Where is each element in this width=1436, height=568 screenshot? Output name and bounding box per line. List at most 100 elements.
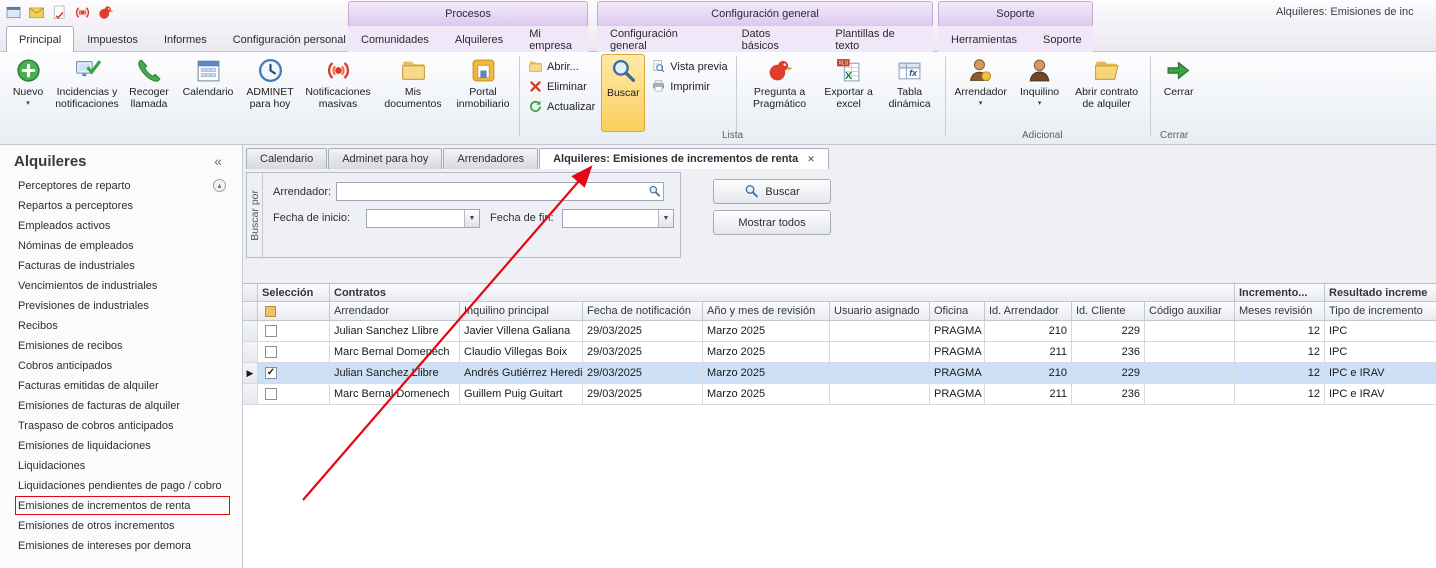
scroll-up-icon[interactable]: ▴ (213, 179, 226, 192)
band-seleccion[interactable]: Selección (258, 284, 330, 302)
row-select-cell[interactable] (258, 342, 330, 363)
mail-icon[interactable] (28, 4, 45, 21)
tab-herramientas[interactable]: Herramientas (938, 26, 1030, 52)
sidebar-item-emisiones-de-otros-incrementos[interactable]: Emisiones de otros incrementos (0, 516, 242, 536)
column-header-oficina[interactable]: Oficina (930, 302, 985, 321)
chevron-down-icon[interactable]: ▼ (464, 210, 479, 227)
fecha-inicio-combo[interactable]: ▼ (366, 209, 480, 228)
close-tab-icon[interactable]: ✕ (807, 154, 815, 165)
collapse-sidebar-icon[interactable]: « (214, 153, 222, 169)
table-row[interactable]: ▶Julian Sanchez LlibreAndrés Gutiérrez H… (243, 363, 1436, 384)
table-row[interactable]: Marc Bernal DomenechGuillem Puig Guitart… (243, 384, 1436, 405)
sidebar-item-liquidaciones-pendientes-de-pago-cobro[interactable]: Liquidaciones pendientes de pago / cobro (0, 476, 242, 496)
tab-impuestos[interactable]: Impuestos (74, 26, 151, 52)
arrendador-input[interactable] (336, 182, 664, 201)
search-lookup-icon[interactable] (648, 185, 661, 198)
tab-configuracion-personal[interactable]: Configuración personal (220, 26, 359, 52)
sidebar-item-vencimientos-de-industriales[interactable]: Vencimientos de industriales (0, 276, 242, 296)
row-select-cell[interactable] (258, 384, 330, 405)
incidencias-y-notificaciones-button[interactable]: Incidencias y notificaciones (53, 54, 121, 132)
column-header-ano-y-mes-de-revision[interactable]: Año y mes de revisión (703, 302, 830, 321)
note-icon[interactable] (51, 4, 68, 21)
nuevo-button[interactable]: Nuevo▾ (5, 54, 51, 132)
sidebar-item-traspaso-de-cobros-anticipados[interactable]: Traspaso de cobros anticipados (0, 416, 242, 436)
arrendador-button[interactable]: Arrendador▾ (950, 54, 1012, 132)
tab-configuracion-general[interactable]: Configuración general (597, 26, 729, 52)
row-select-cell[interactable] (258, 363, 330, 384)
column-header-fecha-de-notificacion[interactable]: Fecha de notificación (583, 302, 703, 321)
broadcast-icon[interactable] (74, 4, 91, 21)
tabla-dinamica-button[interactable]: fxTabla dinámica (879, 54, 941, 132)
band-incremento[interactable]: Incremento... (1235, 284, 1325, 302)
window-icon[interactable] (5, 4, 22, 21)
sidebar-item-repartos-a-perceptores[interactable]: Repartos a perceptores (0, 196, 242, 216)
vista-previa-button[interactable]: Vista previa (648, 58, 730, 75)
column-header-meses-revision[interactable]: Meses revisión (1235, 302, 1325, 321)
abrir-contrato-de-alquiler-button[interactable]: Abrir contrato de alquiler (1068, 54, 1146, 132)
notificaciones-masivas-button[interactable]: Notificaciones masivas (301, 54, 375, 132)
row-checkbox[interactable] (265, 388, 277, 400)
tab-soporte[interactable]: Soporte (1030, 26, 1095, 52)
sidebar-item-previsiones-de-industriales[interactable]: Previsiones de industriales (0, 296, 242, 316)
table-row[interactable]: Marc Bernal DomenechClaudio Villegas Boi… (243, 342, 1436, 363)
tab-mi-empresa[interactable]: Mi empresa (516, 26, 588, 52)
sidebar-item-emisiones-de-incrementos-de-renta[interactable]: Emisiones de incrementos de renta (0, 496, 242, 516)
column-header-seleccion[interactable] (258, 302, 330, 321)
cerrar-button[interactable]: Cerrar (1155, 54, 1203, 132)
sidebar-item-liquidaciones[interactable]: Liquidaciones (0, 456, 242, 476)
tab-principal[interactable]: Principal (6, 26, 74, 52)
row-checkbox[interactable] (265, 367, 277, 379)
tab-informes[interactable]: Informes (151, 26, 220, 52)
calendario-button[interactable]: Calendario (177, 54, 239, 132)
pregunta-a-pragmatico-button[interactable]: Pregunta a Pragmático (741, 54, 819, 132)
doc-tab-calendario[interactable]: Calendario (246, 148, 327, 169)
table-row[interactable]: Julian Sanchez LlibreJavier Villena Gali… (243, 321, 1436, 342)
exportar-a-excel-button[interactable]: XLSXExportar a excel (821, 54, 877, 132)
arrendador-field[interactable] (337, 185, 645, 202)
bird-icon[interactable] (97, 4, 114, 21)
sidebar-item-empleados-activos[interactable]: Empleados activos (0, 216, 242, 236)
tab-comunidades[interactable]: Comunidades (348, 26, 442, 52)
select-all-checkbox[interactable] (265, 306, 276, 317)
buscar-button[interactable]: Buscar (713, 179, 831, 204)
actualizar-button[interactable]: Actualizar (525, 98, 598, 115)
sidebar-item-nominas-de-empleados[interactable]: Nóminas de empleados (0, 236, 242, 256)
buscar-ribbon-button[interactable]: Buscar (601, 54, 645, 132)
band-contratos[interactable]: Contratos (330, 284, 1235, 302)
sidebar-item-facturas-emitidas-de-alquiler[interactable]: Facturas emitidas de alquiler (0, 376, 242, 396)
row-checkbox[interactable] (265, 325, 277, 337)
row-checkbox[interactable] (265, 346, 277, 358)
sidebar-item-emisiones-de-recibos[interactable]: Emisiones de recibos (0, 336, 242, 356)
column-header-id-arrendador[interactable]: Id. Arrendador (985, 302, 1072, 321)
column-header-codigo-auxiliar[interactable]: Código auxiliar (1145, 302, 1235, 321)
sidebar-item-cobros-anticipados[interactable]: Cobros anticipados (0, 356, 242, 376)
doc-tab-alquileres-emisiones-de-incrementos-de-renta[interactable]: Alquileres: Emisiones de incrementos de … (539, 148, 829, 169)
fecha-fin-combo[interactable]: ▼ (562, 209, 674, 228)
column-header-tipo-de-incremento[interactable]: Tipo de incremento (1325, 302, 1436, 321)
mis-documentos-button[interactable]: Mis documentos (377, 54, 449, 132)
column-header-id-cliente[interactable]: Id. Cliente (1072, 302, 1145, 321)
adminet-para-hoy-button[interactable]: ADMINET para hoy (241, 54, 299, 132)
column-header-arrendador[interactable]: Arrendador (330, 302, 460, 321)
inquilino-button[interactable]: Inquilino▾ (1014, 54, 1066, 132)
sidebar-item-recibos[interactable]: Recibos (0, 316, 242, 336)
mostrar-todos-button[interactable]: Mostrar todos (713, 210, 831, 235)
doc-tab-adminet-para-hoy[interactable]: Adminet para hoy (328, 148, 442, 169)
sidebar-item-emisiones-de-intereses-por-demora[interactable]: Emisiones de intereses por demora (0, 536, 242, 556)
column-header-usuario-asignado[interactable]: Usuario asignado (830, 302, 930, 321)
column-header-inquilino-principal[interactable]: Inquilino principal (460, 302, 583, 321)
sidebar-item-perceptores-de-reparto[interactable]: Perceptores de reparto▴ (0, 176, 242, 196)
imprimir-button[interactable]: Imprimir (648, 78, 730, 95)
band-resultado-increme[interactable]: Resultado increme (1325, 284, 1436, 302)
recoger-llamada-button[interactable]: Recoger llamada (123, 54, 175, 132)
tab-alquileres[interactable]: Alquileres (442, 26, 516, 52)
doc-tab-arrendadores[interactable]: Arrendadores (443, 148, 538, 169)
tab-plantillas-de-texto[interactable]: Plantillas de texto (822, 26, 933, 52)
tab-datos-basicos[interactable]: Datos básicos (729, 26, 823, 52)
abrir-button[interactable]: Abrir... (525, 58, 598, 75)
sidebar-item-facturas-de-industriales[interactable]: Facturas de industriales (0, 256, 242, 276)
portal-inmobiliario-button[interactable]: Portal inmobiliario (451, 54, 515, 132)
sidebar-item-emisiones-de-facturas-de-alquiler[interactable]: Emisiones de facturas de alquiler (0, 396, 242, 416)
sidebar-item-emisiones-de-liquidaciones[interactable]: Emisiones de liquidaciones (0, 436, 242, 456)
row-select-cell[interactable] (258, 321, 330, 342)
